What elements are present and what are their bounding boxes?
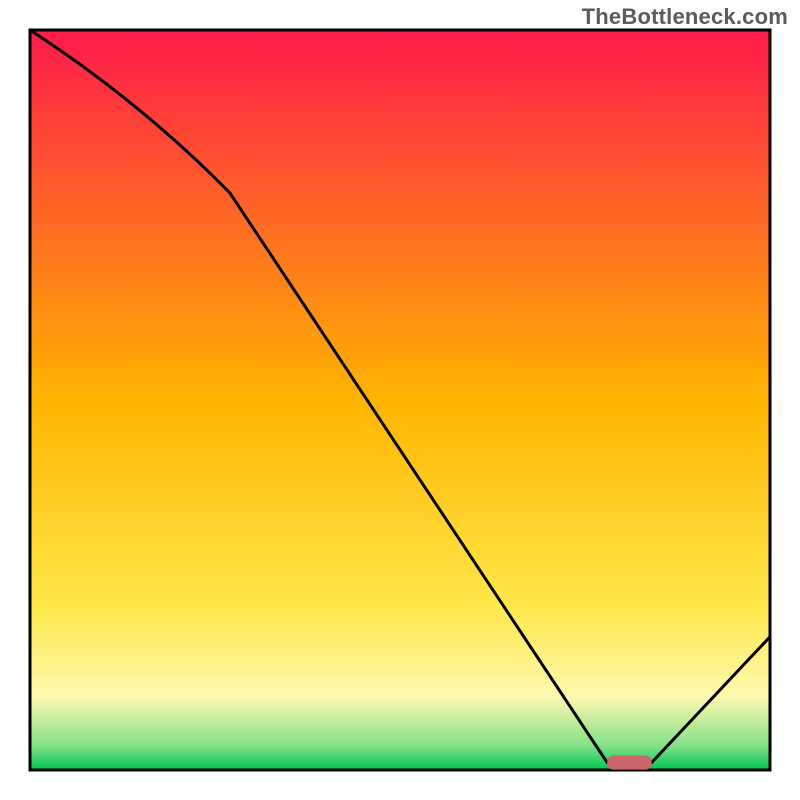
chart-container: TheBottleneck.com xyxy=(0,0,800,800)
plot-background xyxy=(30,30,770,770)
watermark-text: TheBottleneck.com xyxy=(582,4,788,30)
optimal-range-marker xyxy=(607,756,651,770)
chart-svg xyxy=(0,0,800,800)
